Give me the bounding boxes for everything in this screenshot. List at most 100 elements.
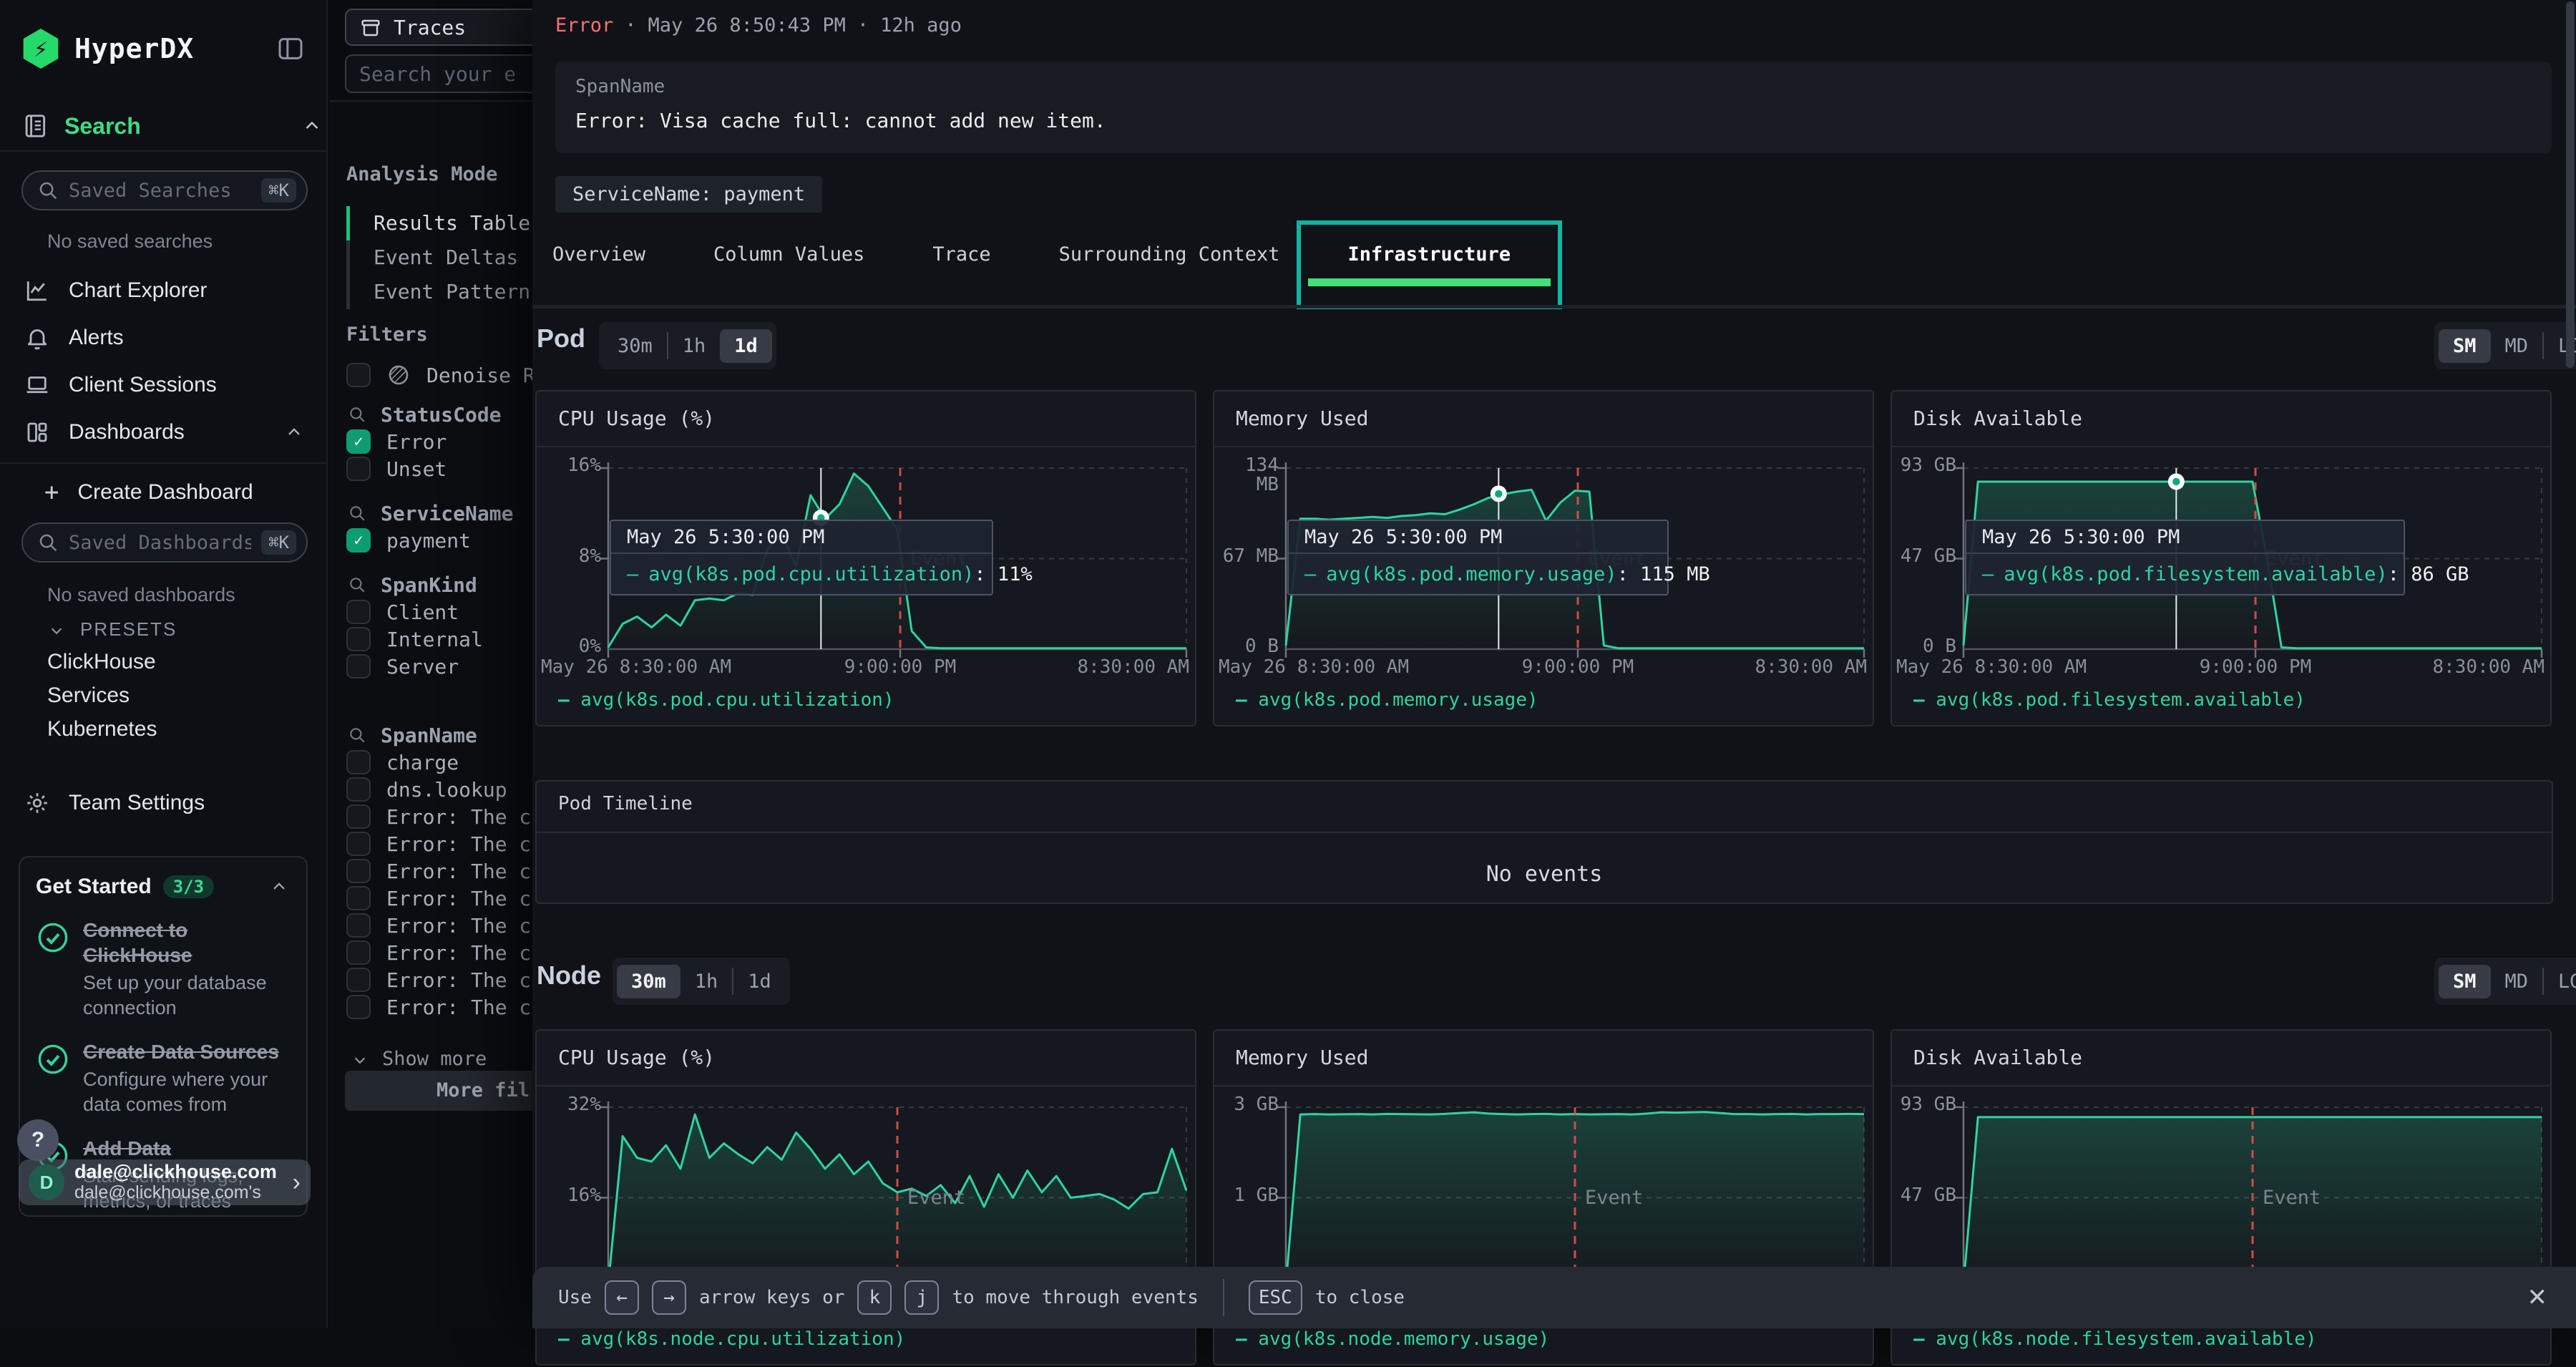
presets-toggle[interactable]: PRESETS xyxy=(46,618,177,641)
show-more-button[interactable]: Show more xyxy=(349,1048,487,1070)
analysis-mode-event-patterns[interactable]: Event Patterns xyxy=(374,275,532,309)
saved-dashboards-field[interactable] xyxy=(69,532,251,554)
key-esc[interactable]: ESC xyxy=(1249,1280,1302,1315)
filter-option[interactable]: Error: The cr xyxy=(346,939,532,966)
preset-item-services[interactable]: Services xyxy=(47,684,130,708)
filter-option[interactable]: Internal xyxy=(346,626,483,653)
node-range-30m[interactable]: 30m xyxy=(617,965,680,998)
pod-size-sm[interactable]: SM xyxy=(2439,329,2491,363)
tab-column-values[interactable]: Column Values xyxy=(713,242,864,268)
help-button[interactable]: ? xyxy=(17,1119,59,1161)
preset-item-kubernetes[interactable]: Kubernetes xyxy=(47,717,157,741)
saved-searches-input[interactable]: ⌘K xyxy=(21,170,308,210)
pod-range-30m[interactable]: 30m xyxy=(603,329,667,363)
get-started-task[interactable]: Connect to ClickHouse Set up your databa… xyxy=(36,918,291,1021)
filter-option[interactable]: Error: The cr xyxy=(346,966,532,993)
checkbox[interactable] xyxy=(346,940,371,965)
key-j[interactable]: j xyxy=(904,1280,939,1315)
tab-divider xyxy=(532,305,2576,308)
sidebar-item-dashboards[interactable]: Dashboards xyxy=(0,412,326,452)
chevron-up-icon[interactable] xyxy=(268,877,291,897)
chart-legend: — avg(k8s.pod.filesystem.available) xyxy=(1913,689,2306,711)
checkbox[interactable] xyxy=(346,832,371,856)
key-k[interactable]: k xyxy=(857,1280,892,1315)
more-filters-button[interactable]: More fil xyxy=(345,1071,532,1111)
node-size-md[interactable]: MD xyxy=(2491,965,2543,998)
y-tick-mid: 8% xyxy=(538,547,601,566)
analysis-mode-event-deltas[interactable]: Event Deltas xyxy=(374,240,518,275)
tab-surrounding-context[interactable]: Surrounding Context xyxy=(1059,242,1280,268)
checkbox[interactable] xyxy=(346,913,371,938)
filter-option[interactable]: ✓ payment xyxy=(346,527,471,554)
tab-overview[interactable]: Overview xyxy=(552,242,645,268)
node-section-title: Node xyxy=(537,960,601,991)
checkbox[interactable] xyxy=(346,363,371,387)
source-select[interactable]: Traces xyxy=(345,9,532,46)
checkbox[interactable] xyxy=(346,457,371,481)
checkbox[interactable] xyxy=(346,995,371,1019)
node-size-lg[interactable]: LG xyxy=(2544,965,2576,998)
checkbox[interactable] xyxy=(346,804,371,829)
analysis-mode-results-table[interactable]: Results Table xyxy=(374,206,530,240)
sidebar-item-team-settings[interactable]: Team Settings xyxy=(0,783,326,823)
filter-group-StatusCode: StatusCode xyxy=(348,401,502,428)
service-name-chip[interactable]: ServiceName: payment xyxy=(555,176,822,213)
node-range-1d[interactable]: 1d xyxy=(733,965,786,998)
node-size-sm[interactable]: SM xyxy=(2439,965,2491,998)
checkbox[interactable] xyxy=(346,627,371,651)
pod-range-1d[interactable]: 1d xyxy=(720,329,772,363)
key-arrow-right[interactable]: → xyxy=(652,1280,686,1315)
series-dash: — xyxy=(1982,563,1994,585)
hint-mid1: arrow keys or xyxy=(699,1287,845,1308)
checkbox[interactable] xyxy=(346,968,371,992)
no-saved-dashboards-text: No saved dashboards xyxy=(47,584,235,606)
chevron-up-icon[interactable] xyxy=(299,115,325,137)
filter-option[interactable]: Error: The cr xyxy=(346,857,532,885)
pod-size-md[interactable]: MD xyxy=(2491,329,2543,363)
preset-item-clickhouse[interactable]: ClickHouse xyxy=(47,650,156,674)
filter-option[interactable]: Error: The cr xyxy=(346,912,532,939)
chevron-up-icon[interactable] xyxy=(282,422,306,442)
filter-option[interactable]: ✓ Error xyxy=(346,428,447,455)
saved-dashboards-input[interactable]: ⌘K xyxy=(21,522,308,563)
checkbox[interactable] xyxy=(346,750,371,774)
sidebar-collapse-icon[interactable] xyxy=(275,34,306,63)
checkbox[interactable]: ✓ xyxy=(346,429,371,454)
close-icon[interactable]: ✕ xyxy=(2527,1267,2548,1328)
filter-option[interactable]: Client xyxy=(346,598,459,626)
sidebar-item-client-sessions[interactable]: Client Sessions xyxy=(0,365,326,405)
x-tick-end: 8:30:00 AM xyxy=(1755,656,1867,678)
filter-option[interactable]: Error: The cr xyxy=(346,885,532,912)
filter-option[interactable]: Error: The cr xyxy=(346,803,532,830)
user-menu[interactable]: D dale@clickhouse.com dale@clickhouse.co… xyxy=(19,1159,311,1205)
scrollbar-thumb[interactable] xyxy=(2566,1,2575,368)
tab-infrastructure[interactable]: Infrastructure xyxy=(1348,242,1511,268)
checkbox[interactable] xyxy=(346,600,371,624)
mode-rail-active xyxy=(346,206,350,240)
sidebar-item-search[interactable]: Search xyxy=(21,112,141,140)
filter-option[interactable]: dns.lookup xyxy=(346,776,507,803)
filter-option[interactable]: Error: The cr xyxy=(346,830,532,857)
denoise-toggle[interactable]: Denoise Re xyxy=(346,361,532,389)
event-search-input[interactable] xyxy=(345,54,532,93)
filter-option[interactable]: Error: The cr xyxy=(346,993,532,1021)
tab-trace[interactable]: Trace xyxy=(932,242,990,268)
app-title: HyperDX xyxy=(74,33,194,64)
filter-option[interactable]: Unset xyxy=(346,455,447,482)
sidebar-item-chart-explorer[interactable]: Chart Explorer xyxy=(0,271,326,311)
checkbox[interactable] xyxy=(346,886,371,910)
sidebar-item-alerts[interactable]: Alerts xyxy=(0,318,326,358)
checkbox[interactable] xyxy=(346,859,371,883)
create-dashboard-button[interactable]: + Create Dashboard xyxy=(0,472,326,512)
search-icon xyxy=(37,180,59,201)
checkbox[interactable] xyxy=(346,777,371,802)
node-range-1h[interactable]: 1h xyxy=(680,965,733,998)
key-arrow-left[interactable]: ← xyxy=(605,1280,639,1315)
saved-searches-field[interactable] xyxy=(69,180,251,202)
checkbox[interactable]: ✓ xyxy=(346,528,371,553)
checkbox[interactable] xyxy=(346,654,371,678)
pod-range-1h[interactable]: 1h xyxy=(668,329,721,363)
filter-option[interactable]: Server xyxy=(346,653,459,680)
filter-option[interactable]: charge xyxy=(346,749,459,776)
get-started-task[interactable]: Create Data Sources Configure where your… xyxy=(36,1039,291,1117)
